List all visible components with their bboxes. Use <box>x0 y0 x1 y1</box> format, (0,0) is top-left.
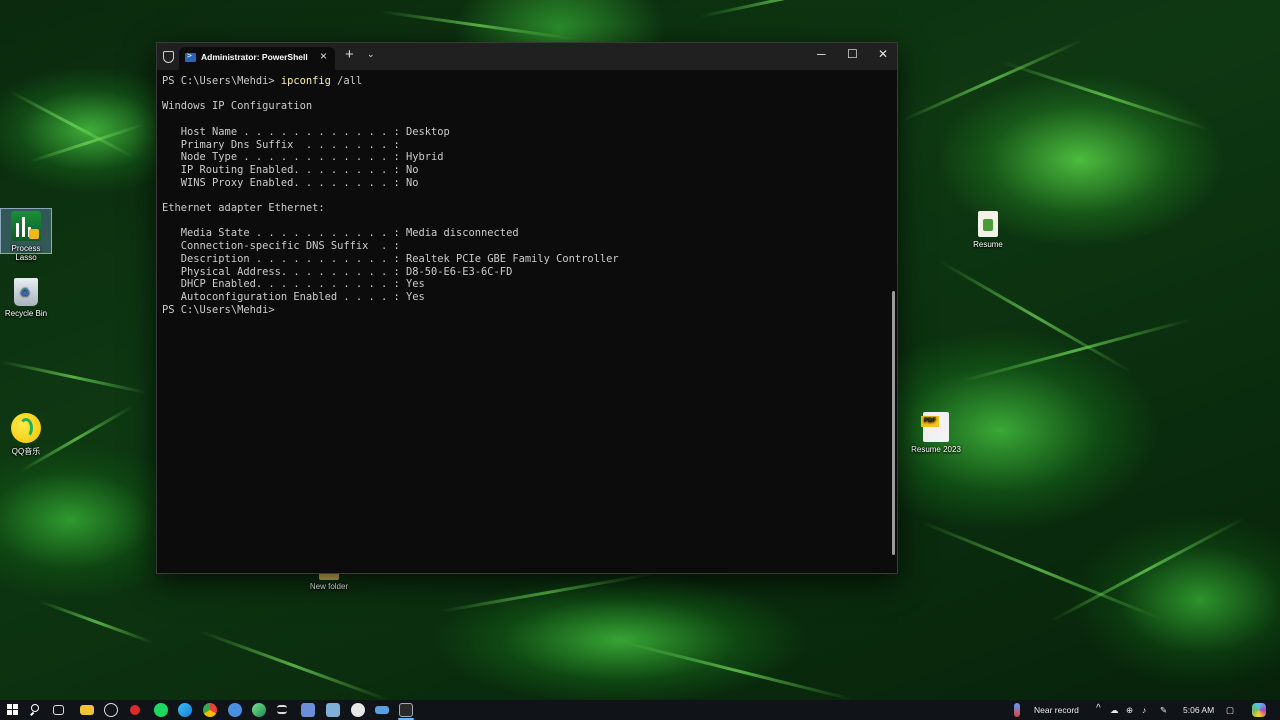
terminal-window: Administrator: PowerShell × + ⌄ ─ ☐ ✕ PS… <box>156 42 898 574</box>
console-line: Autoconfiguration Enabled . . . . : Yes <box>162 290 425 303</box>
prompt: PS C:\Users\Mehdi> <box>162 75 281 87</box>
file-explorer-icon[interactable] <box>80 705 94 715</box>
command: ipconfig <box>280 75 331 87</box>
tab-powershell[interactable]: Administrator: PowerShell × <box>179 47 335 70</box>
qq-music-icon <box>11 413 41 443</box>
console-line: Media State . . . . . . . . . . . : Medi… <box>162 227 519 240</box>
console-line: DHCP Enabled. . . . . . . . . . . : Yes <box>162 278 425 291</box>
desktop-icon-qq-music[interactable]: QQ音乐 <box>0 413 52 457</box>
globe-icon[interactable] <box>228 703 242 717</box>
chrome-icon[interactable] <box>203 703 217 717</box>
thermometer-icon[interactable] <box>1014 703 1020 717</box>
paint-icon[interactable] <box>351 703 365 717</box>
new-tab-button[interactable]: + <box>345 46 354 63</box>
desktop-icon-label: Process Lasso <box>11 244 41 262</box>
recycle-bin-icon: ♻ <box>14 278 38 306</box>
keyboard-app-icon[interactable] <box>375 706 389 714</box>
desktop-icon-recycle-bin[interactable]: ♻ Recycle Bin <box>0 278 52 318</box>
console-line: Host Name . . . . . . . . . . . . : Desk… <box>162 125 450 138</box>
title-bar[interactable]: Administrator: PowerShell × + ⌄ ─ ☐ ✕ <box>157 43 897 70</box>
photos-icon[interactable] <box>326 703 340 717</box>
network-icon[interactable]: ⊕ <box>1126 705 1133 716</box>
search-icon[interactable] <box>29 703 43 717</box>
console-line: Description . . . . . . . . . . . : Real… <box>162 252 619 265</box>
console-line: Node Type . . . . . . . . . . . . : Hybr… <box>162 151 444 164</box>
tab-title: Administrator: PowerShell <box>201 52 308 62</box>
command-args: /all <box>330 75 363 87</box>
process-lasso-icon <box>11 211 41 241</box>
list-app-icon[interactable] <box>277 705 287 714</box>
desktop-icon-label: Resume 2023 <box>911 445 961 454</box>
document-icon <box>978 211 998 237</box>
console-line: Windows IP Configuration <box>162 100 313 113</box>
console-line: WINS Proxy Enabled. . . . . . . . : No <box>162 176 419 189</box>
terminal-taskbar-icon[interactable] <box>399 703 413 717</box>
desktop-icon-new-folder[interactable]: New folder <box>303 572 355 591</box>
taskbar: Near record ^ ☁ ⊕ ♪ ✎ 5:06 AM ▢ <box>0 700 1280 720</box>
edge-icon[interactable] <box>178 703 192 717</box>
scrollbar-thumb[interactable] <box>892 291 895 555</box>
weather-text[interactable]: Near record <box>1034 705 1079 715</box>
maximize-button[interactable]: ☐ <box>847 47 858 61</box>
tray-chevron-icon[interactable]: ^ <box>1096 703 1101 714</box>
minimize-button[interactable]: ─ <box>817 47 826 61</box>
console-lines: Windows IP Configuration Host Name . . .… <box>162 88 889 317</box>
tab-close-icon[interactable]: × <box>320 49 327 63</box>
copilot-icon[interactable] <box>1252 703 1266 717</box>
console-line: PS C:\Users\Mehdi> <box>162 303 275 316</box>
powershell-icon <box>185 51 196 62</box>
desktop-icon-label: QQ音乐 <box>11 447 41 456</box>
red-app-icon[interactable] <box>130 705 140 715</box>
task-view-icon[interactable] <box>53 705 64 715</box>
onedrive-icon[interactable]: ☁ <box>1110 705 1119 716</box>
desktop-icon-resume-2023[interactable]: PDF Resume 2023 <box>910 412 962 454</box>
desktop-icon-label: Resume <box>973 240 1003 249</box>
console-line: Primary Dns Suffix . . . . . . . : <box>162 138 400 151</box>
edge-dev-icon[interactable] <box>252 703 266 717</box>
console-line: Ethernet adapter Ethernet: <box>162 202 325 215</box>
snipping-tool-icon[interactable] <box>301 703 315 717</box>
desktop-icon-label: New folder <box>309 582 349 591</box>
pen-icon[interactable]: ✎ <box>1160 705 1167 716</box>
spotify-icon[interactable] <box>154 703 168 717</box>
chevron-down-icon[interactable]: ⌄ <box>367 49 375 60</box>
media-player-icon[interactable] <box>104 703 118 717</box>
volume-icon[interactable]: ♪ <box>1142 705 1146 715</box>
close-button[interactable]: ✕ <box>878 47 888 61</box>
desktop-icon-label: Recycle Bin <box>4 309 48 318</box>
windows-start-icon[interactable] <box>6 703 20 717</box>
clock[interactable]: 5:06 AM <box>1183 705 1214 715</box>
console-line: Physical Address. . . . . . . . . : D8-5… <box>162 265 513 278</box>
console-line: Connection-specific DNS Suffix . : <box>162 240 400 253</box>
desktop-icon-process-lasso[interactable]: Process Lasso <box>0 208 52 262</box>
shield-icon <box>163 51 174 63</box>
pdf-icon: PDF <box>921 412 949 442</box>
console-line: IP Routing Enabled. . . . . . . . : No <box>162 163 419 176</box>
console-output[interactable]: PS C:\Users\Mehdi> ipconfig /all Windows… <box>162 75 889 573</box>
desktop-icon-resume[interactable]: Resume <box>962 211 1014 249</box>
notification-icon[interactable]: ▢ <box>1226 705 1234 716</box>
